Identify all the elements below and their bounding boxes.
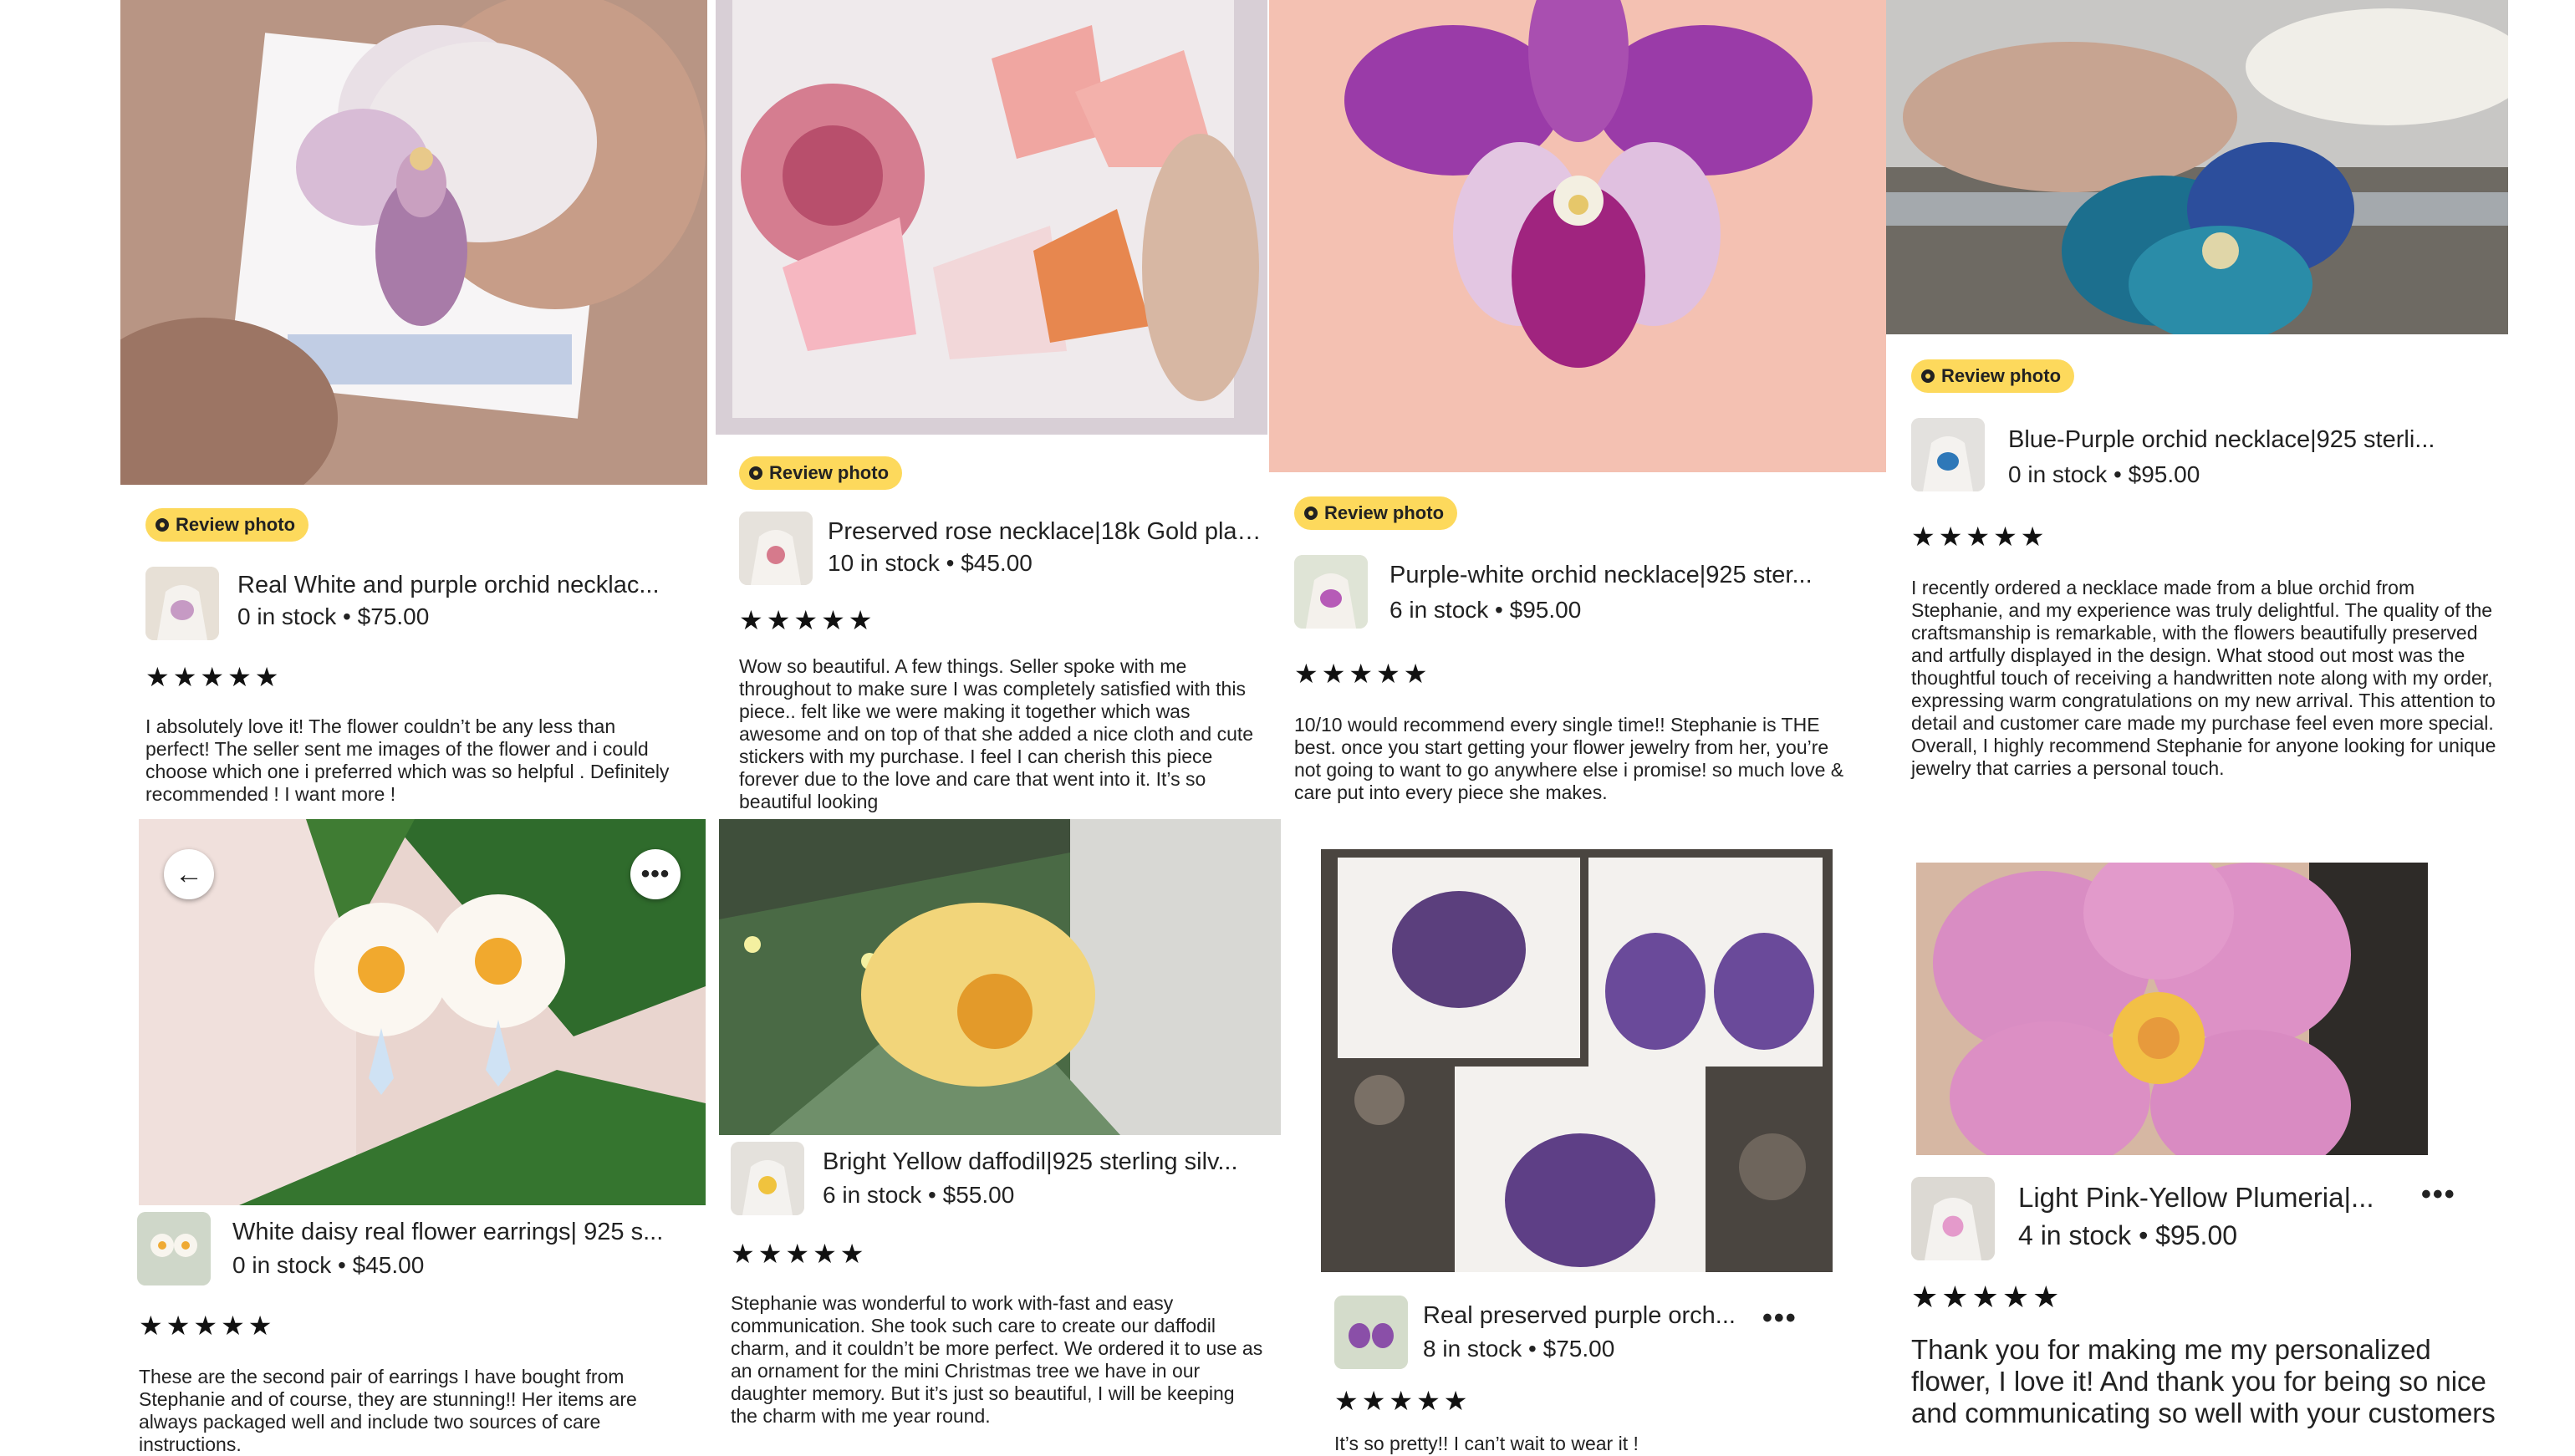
star-rating: ★★★★★ bbox=[731, 1239, 868, 1269]
review-text: Thank you for making me my personalized … bbox=[1911, 1334, 2496, 1428]
arrow-left-icon: ← bbox=[175, 858, 203, 890]
review-text: It’s so pretty!! I can’t wait to wear it… bbox=[1334, 1433, 1639, 1454]
star-rating: ★★★★★ bbox=[1294, 659, 1431, 689]
star-rating: ★★★★★ bbox=[1911, 1280, 2063, 1314]
listing-stock-price: 0 in stock • $95.00 bbox=[2008, 461, 2200, 487]
review-photo-rose-necklace[interactable] bbox=[716, 0, 1267, 435]
review-text: These are the second pair of earrings I … bbox=[139, 1366, 637, 1455]
listing-title[interactable]: Blue-Purple orchid necklace|925 sterli..… bbox=[2008, 426, 2485, 454]
back-arrow-button[interactable]: ← bbox=[164, 849, 214, 899]
listing-stock-price: 6 in stock • $55.00 bbox=[823, 1182, 1015, 1208]
review-photo-badge: Review photo bbox=[1294, 496, 1458, 530]
review-photo-purple-white-orchid[interactable] bbox=[1269, 0, 1886, 472]
listing-thumbnail[interactable] bbox=[739, 512, 813, 585]
review-text: I absolutely love it! The flower couldn’… bbox=[145, 715, 670, 805]
camera-icon bbox=[1304, 507, 1318, 520]
listing-title[interactable]: Bright Yellow daffodil|925 sterling silv… bbox=[823, 1148, 1274, 1176]
review-text: 10/10 would recommend every single time!… bbox=[1294, 714, 1844, 803]
listing-title[interactable]: White daisy real flower earrings| 925 s.… bbox=[232, 1219, 692, 1246]
more-options-button[interactable]: ••• bbox=[630, 849, 681, 899]
listing-thumbnail[interactable] bbox=[1911, 1177, 1995, 1260]
listing-title[interactable]: Preserved rose necklace|18k Gold plat... bbox=[828, 518, 1262, 546]
review-photo-badge: Review photo bbox=[739, 456, 903, 490]
more-options-icon[interactable]: ••• bbox=[1762, 1304, 1797, 1332]
review-text: Stephanie was wonderful to work with-fas… bbox=[731, 1292, 1263, 1427]
review-photo-daisy-earrings[interactable] bbox=[139, 819, 706, 1205]
listing-thumbnail[interactable] bbox=[137, 1212, 211, 1285]
star-rating: ★★★★★ bbox=[739, 605, 876, 635]
listing-stock-price: 0 in stock • $75.00 bbox=[237, 603, 430, 629]
camera-icon bbox=[156, 518, 169, 532]
camera-icon bbox=[1921, 369, 1935, 383]
review-photo-blue-orchid[interactable] bbox=[1886, 0, 2508, 334]
review-photo-purple-orchid-set[interactable] bbox=[1321, 849, 1833, 1272]
review-photo-daffodil-charm[interactable] bbox=[719, 819, 1281, 1135]
listing-title[interactable]: Real preserved purple orch... bbox=[1423, 1302, 1741, 1330]
listing-title[interactable]: Real White and purple orchid necklac... bbox=[237, 572, 689, 599]
listing-title[interactable]: Light Pink-Yellow Plumeria|... bbox=[2018, 1182, 2403, 1214]
review-photo-badge: Review photo bbox=[1911, 359, 2075, 393]
camera-icon bbox=[749, 466, 762, 480]
review-photo-white-purple-orchid[interactable] bbox=[120, 0, 707, 485]
listing-stock-price: 0 in stock • $45.00 bbox=[232, 1252, 425, 1278]
listing-stock-price: 6 in stock • $95.00 bbox=[1389, 597, 1582, 623]
review-photo-plumeria[interactable] bbox=[1916, 863, 2428, 1155]
more-options-icon[interactable]: ••• bbox=[2421, 1180, 2456, 1209]
listing-stock-price: 10 in stock • $45.00 bbox=[828, 550, 1033, 576]
review-photo-badge: Review photo bbox=[145, 508, 309, 542]
star-rating: ★★★★★ bbox=[139, 1311, 276, 1341]
star-rating: ★★★★★ bbox=[1334, 1386, 1471, 1416]
listing-thumbnail[interactable] bbox=[145, 567, 219, 640]
listing-title[interactable]: Purple-white orchid necklace|925 ster... bbox=[1389, 562, 1858, 589]
listing-stock-price: 4 in stock • $95.00 bbox=[2018, 1220, 2238, 1250]
listing-stock-price: 8 in stock • $75.00 bbox=[1423, 1336, 1615, 1362]
listing-thumbnail[interactable] bbox=[1911, 418, 1985, 491]
review-text: I recently ordered a necklace made from … bbox=[1911, 577, 2496, 779]
ellipsis-icon: ••• bbox=[640, 860, 671, 888]
star-rating: ★★★★★ bbox=[1911, 522, 2048, 552]
listing-thumbnail[interactable] bbox=[1334, 1296, 1408, 1369]
star-rating: ★★★★★ bbox=[145, 662, 283, 692]
review-text: Wow so beautiful. A few things. Seller s… bbox=[739, 655, 1254, 812]
listing-thumbnail[interactable] bbox=[1294, 555, 1368, 629]
listing-thumbnail[interactable] bbox=[731, 1142, 804, 1215]
